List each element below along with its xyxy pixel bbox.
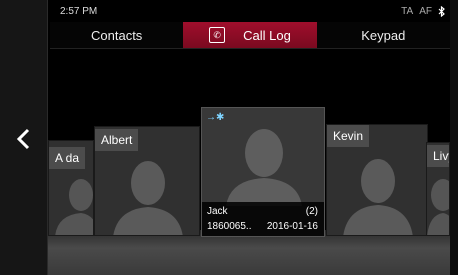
contact-name: Albert xyxy=(95,129,139,151)
right-edge xyxy=(450,0,458,275)
tab-keypad[interactable]: Keypad xyxy=(317,22,450,48)
person-silhouette-icon xyxy=(343,159,413,235)
bluetooth-phone-icon: →✱ xyxy=(206,112,225,123)
contact-name: Livy xyxy=(427,145,449,167)
tab-keypad-label: Keypad xyxy=(361,27,406,43)
contact-name: Jack xyxy=(207,206,228,217)
call-info-panel: Jack (2) 1860065.. 2016-01-16 xyxy=(202,202,324,236)
contact-carousel: A da Albert Kevin Livy →✱ xyxy=(48,52,450,275)
status-indicators: TA AF xyxy=(401,6,446,17)
person-silhouette-icon xyxy=(55,179,93,235)
af-indicator: AF xyxy=(419,6,432,17)
contact-card-kevin[interactable]: Kevin xyxy=(326,124,428,236)
contact-name: A da xyxy=(49,147,86,169)
tab-call-log-label: Call Log xyxy=(243,27,291,43)
call-date: 2016-01-16 xyxy=(266,221,318,232)
phone-number: 1860065.. xyxy=(207,221,252,232)
left-sidebar xyxy=(0,0,48,275)
chevron-left-icon[interactable] xyxy=(14,127,34,151)
tab-call-log[interactable]: ✆ Call Log xyxy=(183,22,317,48)
phone-call-log-icon: ✆ xyxy=(209,27,226,43)
tab-contacts-label: Contacts xyxy=(91,27,143,43)
person-silhouette-icon xyxy=(427,179,449,235)
call-count: (2) xyxy=(305,206,318,217)
contact-card-a-da[interactable]: A da xyxy=(48,140,94,236)
person-silhouette-icon xyxy=(113,161,183,235)
contact-card-albert[interactable]: Albert xyxy=(94,126,200,236)
contact-card-livy[interactable]: Livy xyxy=(426,142,450,236)
bluetooth-icon xyxy=(438,6,445,17)
clock: 2:57 PM xyxy=(60,6,98,17)
contact-card-jack[interactable]: →✱ Jack (2) 1860065.. 2016-01-16 xyxy=(201,107,325,237)
person-silhouette-icon xyxy=(226,129,302,206)
ta-indicator: TA xyxy=(401,6,414,17)
tab-bar: Contacts ✆ Call Log Keypad xyxy=(50,22,450,49)
tab-contacts[interactable]: Contacts xyxy=(50,22,183,48)
contact-name: Kevin xyxy=(327,125,370,147)
